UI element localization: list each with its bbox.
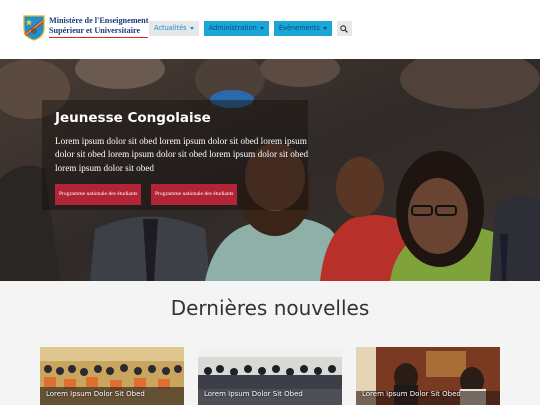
program-button-2[interactable]: Programme nationale des étudiants [151,184,238,205]
search-icon [340,24,349,33]
news-card[interactable]: Lorem Ipsum Dolor Sit Obed [356,347,500,405]
chevron-down-icon [189,27,194,30]
nav-item-actualites[interactable]: Actualités [149,21,199,36]
program-button-1[interactable]: Programme nationale des étudiants [55,184,142,205]
nav-item-administration[interactable]: Administration [203,21,269,36]
nav-item-label: Actualités [154,24,187,32]
drc-coat-of-arms-icon [23,15,45,41]
logo-title-line2: Supérieur et Universitaire [49,26,149,38]
main-nav: Actualités Administration Évènements [149,21,352,36]
chevron-down-icon [259,27,264,30]
news-card-caption: Lorem Ipsum Dolor Sit Obed [46,390,145,398]
nav-item-label: Évènements [278,24,320,32]
news-card-caption: Lorem Ipsum Dolor Sit Obed [362,390,461,398]
news-card-caption: Lorem Ipsum Dolor Sit Obed [204,390,303,398]
ministry-logo[interactable]: Ministère de l'Enseignement Supérieur et… [21,12,149,42]
news-card[interactable]: Lorem Ipsum Dolor Sit Obed [198,347,342,405]
site-header: Ministère de l'Enseignement Supérieur et… [0,0,540,59]
news-section-title: Dernières nouvelles [170,296,370,320]
chevron-down-icon [322,27,327,30]
logo-title-line1: Ministère de l'Enseignement [49,16,149,25]
news-section: Dernières nouvelles Lorem Ipsum Dolor Si… [0,281,540,405]
hero-title: Jeunesse Congolaise [55,110,211,126]
nav-item-label: Administration [208,24,257,32]
hero-banner: Jeunesse Congolaise Lorem ipsum dolor si… [0,59,540,281]
nav-item-evenements[interactable]: Évènements [273,21,332,36]
news-card[interactable]: Lorem Ipsum Dolor Sit Obed [40,347,184,405]
hero-description: Lorem ipsum dolor sit obed lorem ipsum d… [55,136,309,173]
search-button[interactable] [336,21,352,36]
